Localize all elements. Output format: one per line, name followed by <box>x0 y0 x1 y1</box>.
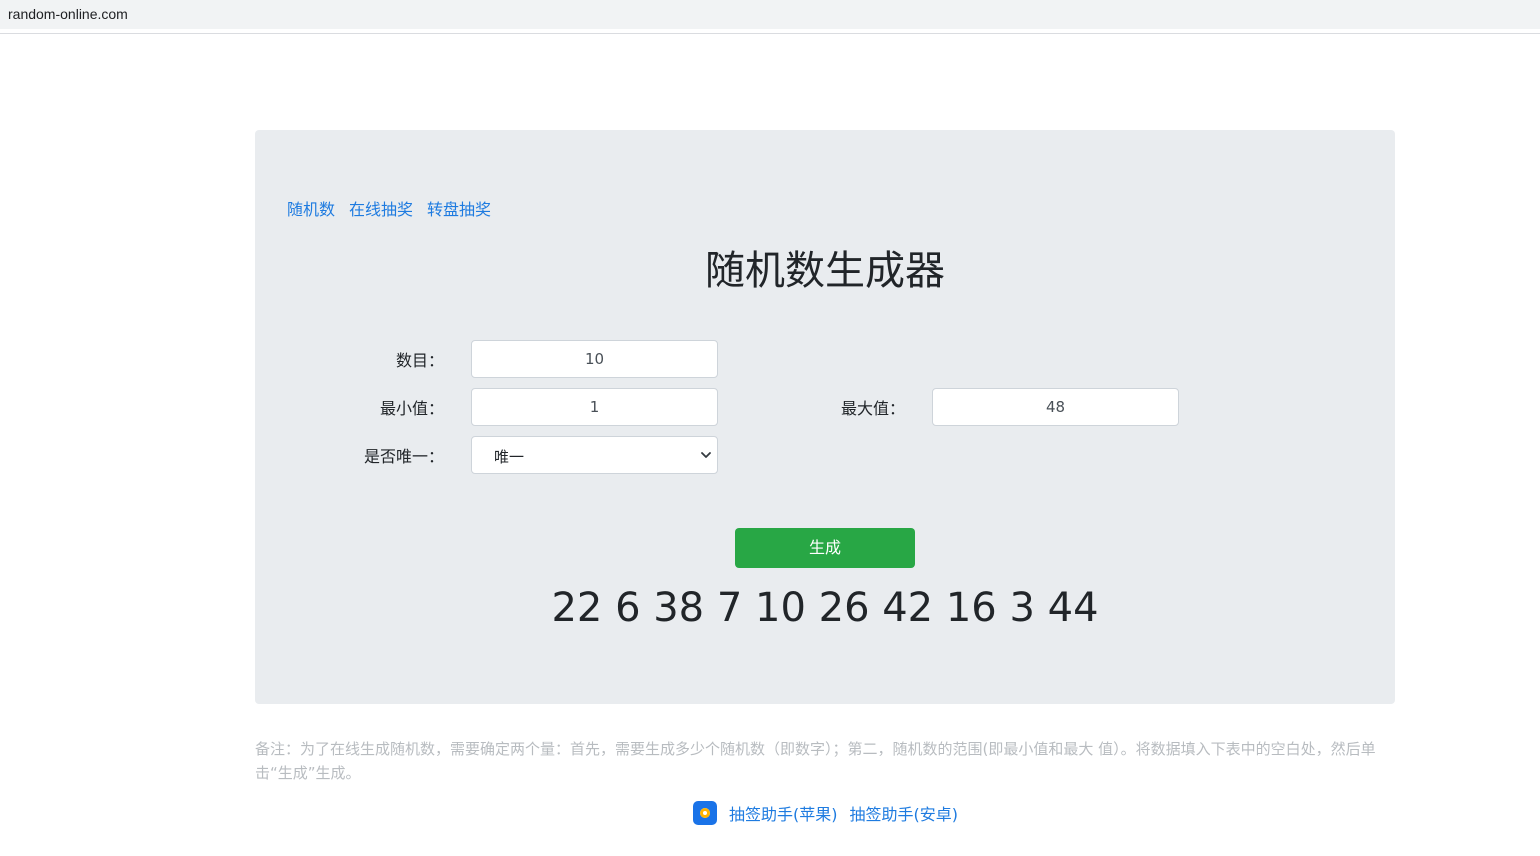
browser-address-bar[interactable]: random-online.com <box>0 0 1540 29</box>
address-bar-divider <box>0 33 1540 34</box>
generate-button[interactable]: 生成 <box>735 528 915 568</box>
nav-link-online-lottery[interactable]: 在线抽奖 <box>349 196 413 220</box>
nav-link-random-number[interactable]: 随机数 <box>287 196 335 220</box>
unique-label: 是否唯一： <box>363 447 444 466</box>
app-download-links: 抽签助手(苹果) 抽签助手(安卓) <box>693 800 958 826</box>
max-label: 最大值： <box>840 399 905 418</box>
min-input[interactable] <box>471 388 718 426</box>
chevron-down-icon <box>701 452 711 458</box>
android-app-link[interactable]: 抽签助手(安卓) <box>850 801 959 825</box>
unique-select-value: 唯一 <box>494 448 525 466</box>
app-logo-icon <box>693 801 717 825</box>
unique-select[interactable]: 唯一 <box>471 436 718 474</box>
note-text: 备注：为了在线生成随机数，需要确定两个量：首先，需要生成多少个随机数（即数字）；… <box>255 740 1376 782</box>
count-label: 数目： <box>395 351 444 370</box>
ios-app-link[interactable]: 抽签助手(苹果) <box>729 801 838 825</box>
page-title: 随机数生成器 <box>705 248 945 294</box>
count-input[interactable] <box>471 340 718 378</box>
result-numbers: 22 6 38 7 10 26 42 16 3 44 <box>551 585 1099 631</box>
generator-panel: 随机数 在线抽奖 转盘抽奖 随机数生成器 数目： 最小值： 最大值： 是否唯一：… <box>255 130 1395 704</box>
top-nav: 随机数 在线抽奖 转盘抽奖 <box>287 196 491 220</box>
url-text[interactable]: random-online.com <box>8 6 128 22</box>
nav-link-wheel-lottery[interactable]: 转盘抽奖 <box>427 196 491 220</box>
max-input[interactable] <box>932 388 1179 426</box>
min-label: 最小值： <box>379 399 444 418</box>
